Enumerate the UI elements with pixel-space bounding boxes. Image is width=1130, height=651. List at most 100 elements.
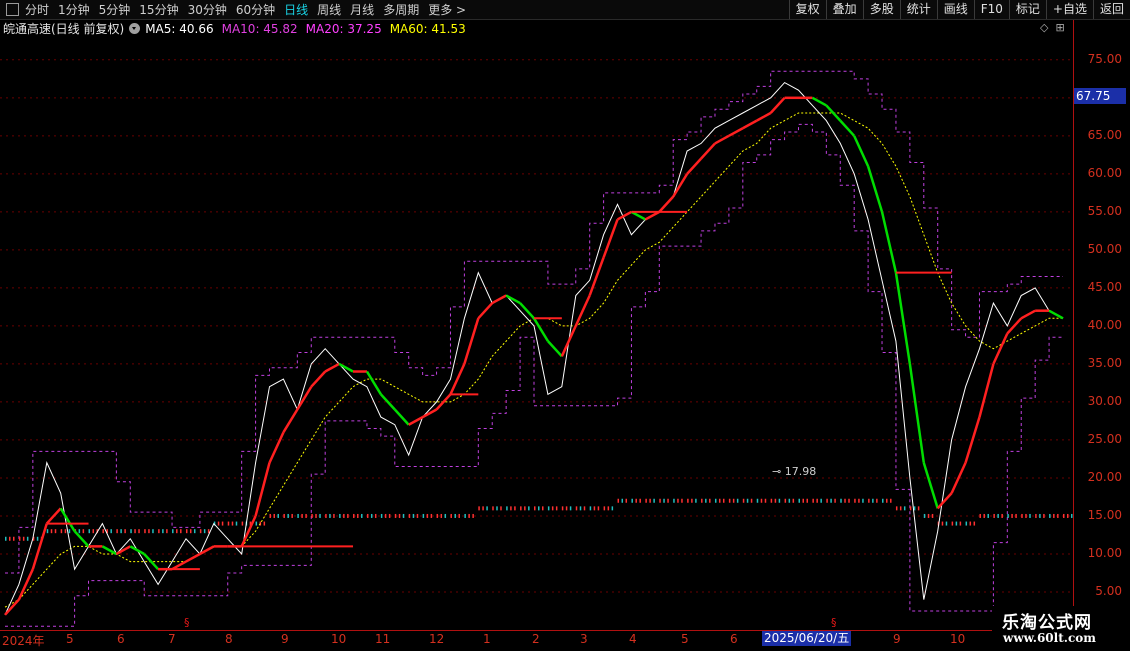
volume-bar — [305, 513, 307, 518]
watermark-title: 乐淘公式网 — [1002, 613, 1092, 633]
volume-bar — [756, 498, 759, 503]
volume-bar — [162, 529, 164, 534]
trend-line-segment — [588, 257, 605, 296]
lower-channel-line — [5, 123, 1063, 627]
toolbar-button[interactable]: +自选 — [1045, 0, 1093, 19]
trend-line-segment — [4, 598, 20, 616]
volume-bar — [26, 536, 29, 541]
period-tab[interactable]: 多周期 — [383, 1, 419, 18]
period-tab[interactable]: 分时 — [25, 1, 49, 18]
volume-bar — [667, 498, 669, 503]
volume-bar — [973, 521, 976, 526]
volume-bar — [844, 498, 846, 503]
volume-bar — [575, 506, 578, 511]
volume-bar — [199, 529, 202, 534]
trend-line-segment — [922, 462, 939, 509]
volume-bar — [764, 498, 767, 503]
trend-line-segment — [171, 560, 187, 571]
volume-bar — [945, 521, 948, 526]
period-tab[interactable]: 60分钟 — [236, 1, 275, 18]
trend-line-segment — [894, 272, 912, 365]
volume-bar — [9, 536, 11, 541]
volume-bar — [172, 529, 174, 534]
volume-bar — [88, 529, 91, 534]
trend-line-segment — [908, 363, 926, 463]
volume-bar — [166, 529, 168, 534]
volume-bar — [60, 529, 63, 534]
mark-button[interactable]: 标记 — [1008, 0, 1046, 19]
toolbar-button[interactable]: F10 — [973, 0, 1009, 19]
date-tick-label: 9 — [893, 632, 901, 646]
volume-bar — [834, 498, 836, 503]
dropdown-circle-icon[interactable] — [129, 23, 141, 34]
price-tick-label: 35.00 — [1087, 355, 1122, 370]
date-tick-label: 4 — [629, 632, 637, 646]
trend-line-segment — [115, 545, 131, 556]
toolbar-button[interactable]: 多股 — [862, 0, 900, 19]
volume-bar — [120, 529, 122, 534]
trend-line-segment — [129, 545, 145, 556]
volume-bar — [806, 498, 808, 503]
window-icon[interactable] — [6, 3, 19, 16]
volume-bar — [979, 513, 981, 518]
volume-bar — [792, 498, 795, 503]
period-tab[interactable]: 5分钟 — [99, 1, 131, 18]
top-toolbar: 分时 1分钟 5分钟 15分钟 30分钟 60分钟 日线 周线 月线 多周期 更多 > 复权 叠加 多股… — [0, 0, 1130, 20]
price-tick-label: 10.00 — [1087, 545, 1122, 560]
volume-bar — [895, 506, 898, 511]
toolbar-button[interactable]: 画线 — [936, 0, 974, 19]
volume-bar — [589, 506, 592, 511]
period-tab[interactable]: 1分钟 — [58, 1, 90, 18]
toolbar-button[interactable]: 复权 — [788, 0, 826, 19]
toolbar-button[interactable]: 叠加 — [825, 0, 863, 19]
volume-bar — [551, 506, 554, 511]
period-tab[interactable]: 15分钟 — [139, 1, 178, 18]
trend-line-segment — [1020, 309, 1036, 320]
volume-bar — [802, 498, 804, 503]
volume-bar — [987, 513, 989, 518]
volume-bar — [436, 513, 439, 518]
period-tab[interactable]: 月线 — [350, 1, 374, 18]
volume-bar — [500, 506, 502, 511]
period-tab[interactable]: 日线 — [284, 1, 308, 18]
price-tick-label: 55.00 — [1087, 203, 1122, 218]
volume-bar — [736, 498, 739, 503]
volume-bar — [319, 513, 321, 518]
volume-bar — [993, 513, 995, 518]
period-tab[interactable]: 30分钟 — [188, 1, 227, 18]
period-tab[interactable]: 周线 — [317, 1, 341, 18]
trend-line-segment — [811, 96, 827, 107]
volume-bar — [176, 529, 178, 534]
volume-bar — [520, 506, 522, 511]
date-tick-label: 3 — [580, 632, 588, 646]
trend-line-segment — [756, 111, 772, 122]
volume-bar — [130, 529, 132, 534]
kline-chart[interactable] — [0, 37, 1073, 630]
volume-bar — [718, 498, 721, 503]
volume-bar — [203, 529, 206, 534]
volume-bar — [185, 529, 188, 534]
volume-bar — [858, 498, 860, 503]
volume-bar — [1011, 513, 1013, 518]
volume-bar — [923, 513, 926, 518]
volume-bar — [92, 529, 95, 534]
date-tick-label: 2024年 — [2, 634, 45, 648]
volume-bar — [416, 513, 419, 518]
volume-bar — [492, 506, 494, 511]
trend-line-segment — [880, 211, 898, 273]
volume-bar — [311, 513, 313, 518]
volume-bar — [969, 521, 972, 526]
price-tick-label: 50.00 — [1087, 241, 1122, 256]
period-tabs: 分时 1分钟 5分钟 15分钟 30分钟 60分钟 日线 周线 月线 多周期 更多 > — [0, 0, 475, 19]
volume-bar — [297, 513, 299, 518]
trend-line-segment — [686, 157, 702, 175]
volume-bar — [579, 506, 582, 511]
diamond-icon[interactable]: ◇ ⊞ — [1040, 21, 1065, 34]
toolbar-button[interactable]: 统计 — [899, 0, 937, 19]
volume-bar — [788, 498, 791, 503]
toolbar-button[interactable]: 返回 — [1092, 0, 1130, 19]
volume-bar — [394, 513, 397, 518]
period-tab[interactable]: 更多 > — [428, 1, 466, 18]
date-tick-label: 6 — [117, 632, 125, 646]
volume-bar — [255, 521, 258, 526]
